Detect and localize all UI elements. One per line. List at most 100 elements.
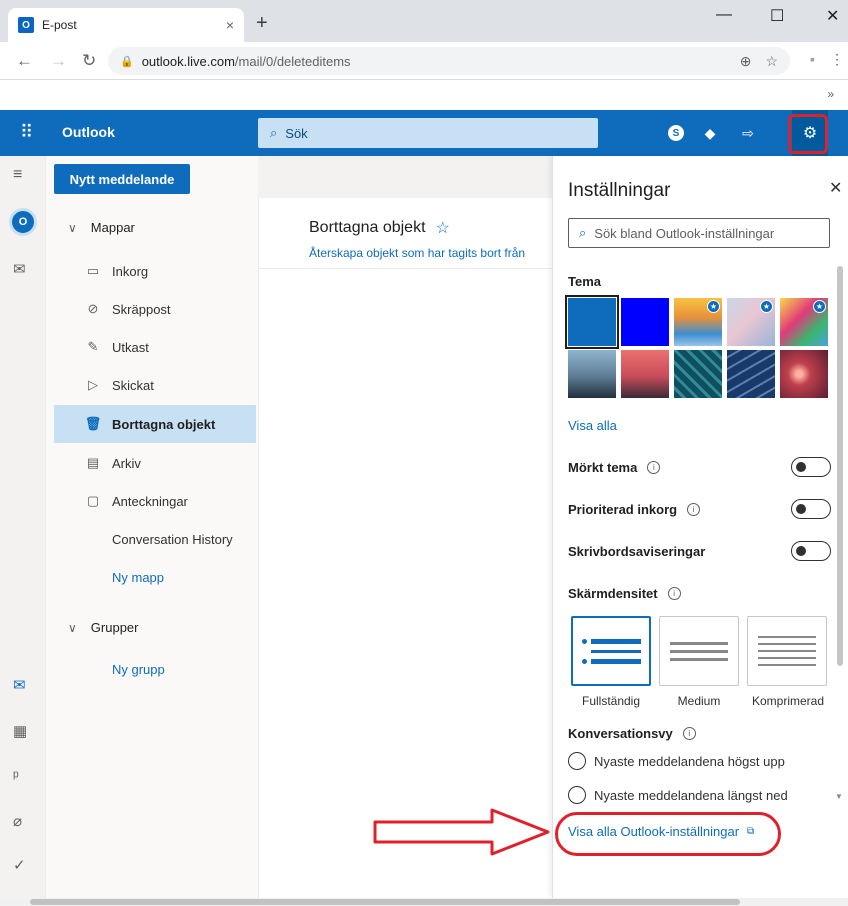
url-bar[interactable]: 🔒 outlook.live.com/mail/0/deleteditems ⊕… (108, 47, 790, 75)
address-bar-row: ← → ↻ 🔒 outlook.live.com/mail/0/deletedi… (0, 42, 848, 80)
scroll-down-icon[interactable]: ▼ (835, 792, 843, 801)
bookmarks-overflow-icon[interactable]: » (827, 87, 834, 101)
info-icon[interactable]: i (647, 461, 661, 474)
trash-icon: 🗑 (84, 416, 102, 431)
settings-link-highlight (555, 812, 781, 856)
mail-envelope-icon[interactable]: ✉ (13, 260, 26, 278)
attachment-icon[interactable]: ⌀ (13, 812, 22, 830)
radio-newest-top[interactable]: Nyaste meddelandena högst upp (568, 752, 785, 770)
folders-section-toggle[interactable]: ∨ Mappar (68, 220, 135, 235)
info-icon[interactable]: i (687, 503, 701, 516)
scroll-thumb[interactable] (30, 899, 740, 905)
browser-tab-strip: O E-post × + — ☐ ✕ (0, 0, 848, 42)
theme-swatch-mountain[interactable] (568, 350, 616, 398)
desktop-notifications-label: Skrivbordsaviseringar (568, 544, 706, 559)
density-medium-option[interactable] (659, 616, 739, 686)
radio-circle (568, 752, 586, 770)
restore-items-link[interactable]: Återskapa objekt som har tagits bort frå… (309, 246, 553, 260)
horizontal-scrollbar[interactable] (0, 898, 848, 906)
extension-icon[interactable]: ▪ (810, 51, 815, 67)
search-icon: ⌕ (270, 125, 278, 140)
search-box[interactable]: ⌕ Sök (258, 118, 598, 148)
groups-section-label: Grupper (90, 620, 139, 635)
focused-inbox-toggle[interactable] (791, 499, 831, 519)
new-tab-button[interactable]: + (256, 13, 268, 33)
theme-swatch-colorful[interactable]: ★ (780, 298, 828, 346)
conversation-view-label: Konversationsvy i (568, 726, 696, 741)
forward-arrow-icon[interactable]: → (50, 51, 67, 71)
folders-section-label: Mappar (90, 220, 135, 235)
window-close-button[interactable]: ✕ (826, 6, 839, 26)
settings-title: Inställningar (568, 180, 671, 201)
info-icon[interactable]: i (682, 727, 696, 740)
premium-star-icon: ★ (707, 300, 720, 313)
settings-panel: Inställningar ✕ ⌕ Sök bland Outlook-inst… (552, 156, 848, 898)
app-launcher-icon[interactable]: ⠿ (20, 122, 33, 143)
folder-item-inkorg[interactable]: ▭ Inkorg (54, 252, 256, 290)
favorite-star-icon[interactable]: ☆ (436, 218, 450, 238)
desktop-notifications-toggle[interactable] (791, 541, 831, 561)
radio-newest-bottom[interactable]: Nyaste meddelandena längst ned (568, 786, 788, 804)
folder-label: Utkast (112, 339, 149, 355)
notes-icon: ▢ (86, 493, 100, 508)
my-day-icon[interactable]: ⇨ (738, 123, 758, 143)
app-rail: ≡ O ✉ ✉ ▦ ᵖ ⌀ ✓ (0, 156, 46, 898)
zoom-icon[interactable]: ⊕ (740, 53, 752, 70)
outlook-app-icon[interactable]: O (9, 208, 37, 236)
skype-icon[interactable]: S (666, 123, 686, 143)
new-message-button[interactable]: Nytt meddelande (54, 164, 190, 194)
theme-swatch-pastel[interactable]: ★ (727, 298, 775, 346)
density-full-option[interactable] (571, 616, 651, 686)
theme-swatch-royal-blue[interactable] (621, 298, 669, 346)
settings-search-input[interactable]: ⌕ Sök bland Outlook-inställningar (568, 218, 830, 248)
theme-swatch-lights[interactable] (780, 350, 828, 398)
outlook-header: ⠿ Outlook ⌕ Sök S ◆ ⇨ (0, 110, 848, 156)
hamburger-menu-icon[interactable]: ≡ (13, 166, 22, 184)
density-compact-option[interactable] (747, 616, 827, 686)
mail-icon[interactable]: ✉ (13, 676, 26, 694)
theme-swatch-blue[interactable] (565, 295, 619, 349)
browser-menu-icon[interactable]: ⋮ (830, 51, 844, 68)
folder-item-utkast[interactable]: ✎ Utkast (54, 328, 256, 366)
premium-star-icon: ★ (813, 300, 826, 313)
calendar-icon[interactable]: ▦ (13, 722, 27, 740)
draft-pencil-icon: ✎ (87, 339, 99, 354)
url-text: outlook.live.com/mail/0/deleteditems (141, 53, 351, 69)
theme-swatch-palms[interactable] (621, 350, 669, 398)
premium-diamond-icon[interactable]: ◆ (700, 123, 720, 143)
folder-item-conversation-history[interactable]: Conversation History (54, 520, 256, 558)
folder-item-anteckningar[interactable]: ▢ Anteckningar (54, 482, 256, 520)
show-all-themes-link[interactable]: Visa alla (568, 418, 617, 433)
theme-swatch-sunrise[interactable]: ★ (674, 298, 722, 346)
todo-check-icon[interactable]: ✓ (13, 856, 26, 874)
theme-label: Tema (568, 274, 601, 289)
new-folder-link[interactable]: Ny mapp (54, 558, 256, 596)
folder-item-skrappost[interactable]: ⊘ Skräppost (54, 290, 256, 328)
radio-circle (568, 786, 586, 804)
folder-item-arkiv[interactable]: ▤ Arkiv (54, 444, 256, 482)
minimize-button[interactable]: — (716, 6, 732, 24)
tab-close-icon[interactable]: × (226, 17, 234, 33)
back-arrow-icon[interactable]: ← (16, 51, 33, 71)
close-icon[interactable]: ✕ (829, 178, 842, 198)
reload-icon[interactable]: ↻ (82, 51, 96, 71)
maximize-button[interactable]: ☐ (770, 6, 784, 26)
people-icon[interactable]: ᵖ (13, 768, 19, 785)
info-icon[interactable]: i (667, 587, 681, 600)
folder-label: Inkorg (112, 263, 149, 279)
new-group-link[interactable]: Ny grupp (54, 650, 256, 688)
folder-item-skickat[interactable]: ▷ Skickat (54, 366, 256, 404)
outlook-brand[interactable]: Outlook (62, 124, 115, 140)
dark-theme-toggle[interactable] (791, 457, 831, 477)
theme-swatch-circuit[interactable] (674, 350, 722, 398)
theme-swatch-aviation[interactable] (727, 350, 775, 398)
sent-icon: ▷ (88, 377, 98, 392)
folder-label: Arkiv (112, 455, 141, 471)
bookmark-star-icon[interactable]: ☆ (765, 53, 778, 70)
browser-tab[interactable]: O E-post × (8, 8, 244, 42)
settings-scrollbar[interactable] (837, 266, 843, 666)
groups-section-toggle[interactable]: ∨ Grupper (68, 620, 139, 635)
folder-label: Skräppost (112, 301, 171, 317)
folder-item-borttagna-objekt[interactable]: 🗑 Borttagna objekt (54, 405, 256, 443)
density-full-label: Fullständig (581, 694, 641, 708)
